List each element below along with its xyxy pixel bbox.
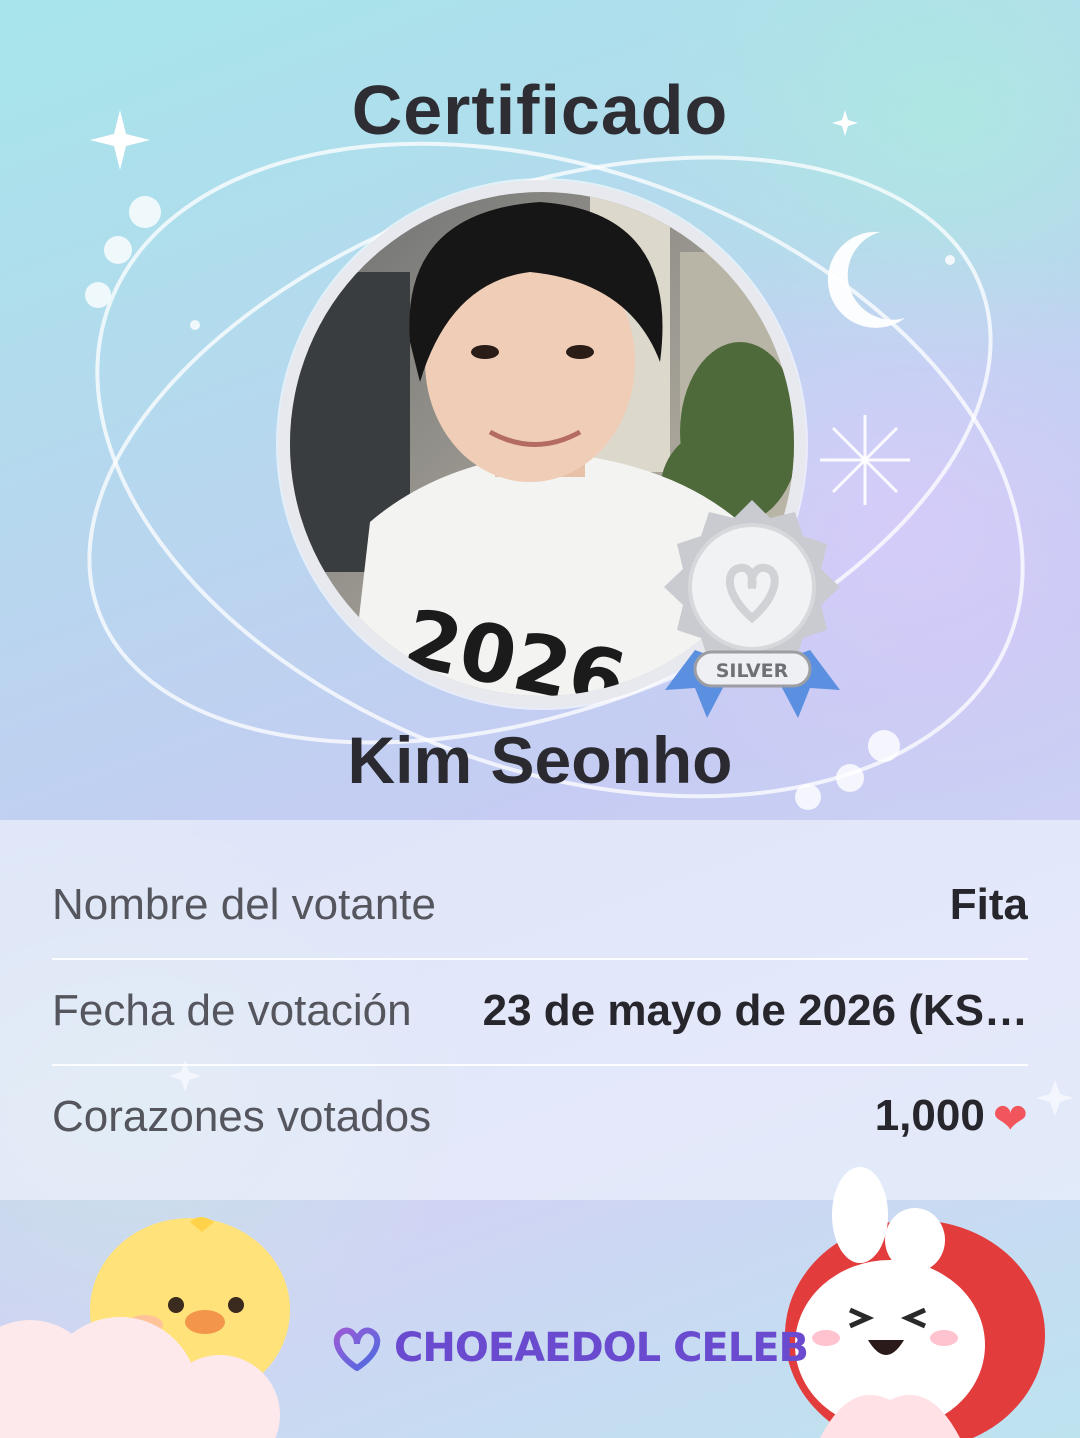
brand-name: CHOEAEDOL CELEB — [394, 1325, 809, 1371]
mascot-illustrations — [0, 1167, 1045, 1438]
choeaedol-heart-logo-icon — [333, 1327, 381, 1371]
rabbit-mascot-icon — [785, 1167, 1045, 1438]
brand-footer: CHOEAEDOL CELEB — [328, 1320, 809, 1376]
